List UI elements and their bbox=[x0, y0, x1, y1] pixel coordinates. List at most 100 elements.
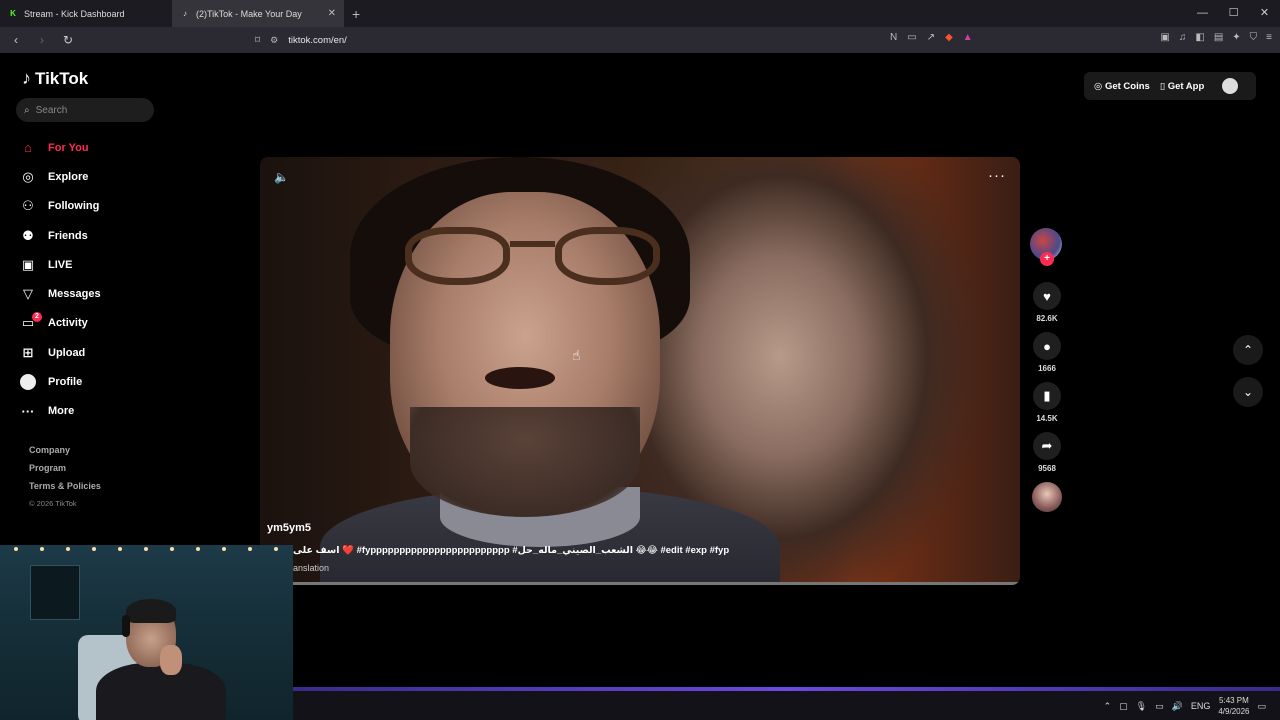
sidebar-icon[interactable]: ◧ bbox=[1195, 32, 1204, 43]
brave-shield-icon[interactable]: ◆ bbox=[945, 32, 953, 43]
video-progress-bar[interactable] bbox=[260, 582, 1020, 585]
video-player[interactable]: 🔈 ··· ym5ym5 اسف على ❤️ #fyppppppppppppp… bbox=[260, 157, 1020, 585]
leo-icon[interactable]: ✦ bbox=[1232, 32, 1240, 43]
language-indicator[interactable]: ENG bbox=[1191, 701, 1211, 711]
comment-icon[interactable]: ● bbox=[1033, 332, 1061, 360]
speaker-icon[interactable]: 🔊 bbox=[1172, 701, 1183, 712]
comment-action[interactable]: ● 1666 bbox=[1030, 332, 1064, 373]
terms-link[interactable]: Terms & Policies bbox=[29, 481, 101, 499]
tiktok-logo[interactable]: ♪ TikTok bbox=[22, 68, 88, 89]
tab-tiktok[interactable]: ♪ (2)TikTok - Make Your Day ✕ bbox=[172, 0, 344, 27]
url-text[interactable]: tiktok.com/en/ bbox=[288, 35, 347, 46]
tray-chevron-up-icon[interactable]: ⌃ bbox=[1104, 701, 1112, 712]
video-frame-beard bbox=[410, 407, 640, 517]
back-button[interactable]: ‹ bbox=[6, 33, 26, 47]
get-app-button[interactable]: ▯ Get App bbox=[1160, 81, 1204, 92]
sidebar-item-for-you[interactable]: ⌂ For You bbox=[20, 133, 101, 162]
cast-icon[interactable]: ▭ bbox=[907, 32, 916, 43]
share-count: 9568 bbox=[1038, 464, 1056, 473]
sidebar-item-label: Explore bbox=[48, 170, 89, 183]
new-tab-button[interactable]: + bbox=[352, 6, 360, 22]
following-icon: ⚇ bbox=[22, 198, 34, 214]
user-avatar[interactable] bbox=[1222, 78, 1239, 94]
sidebar-item-following[interactable]: ⚇ Following bbox=[20, 192, 101, 221]
video-frame-mouth bbox=[485, 367, 555, 389]
wallet-icon[interactable]: ▤ bbox=[1214, 32, 1223, 43]
video-caption: اسف على ❤️ #fypppppppppppppppppppppppp #… bbox=[293, 545, 730, 556]
sidebar-item-profile[interactable]: Profile bbox=[20, 367, 101, 396]
share-icon[interactable]: ➦ bbox=[1033, 432, 1061, 460]
close-window-button[interactable]: ✕ bbox=[1249, 0, 1280, 27]
window-controls: — ☐ ✕ bbox=[1187, 0, 1280, 27]
webcam-shelf bbox=[30, 565, 80, 620]
reload-button[interactable]: ↻ bbox=[58, 33, 78, 47]
like-action[interactable]: ♥ 82.6K bbox=[1030, 282, 1064, 323]
get-coins-button[interactable]: ◎ Get Coins bbox=[1094, 81, 1150, 92]
tray-device-icon[interactable]: ▢ bbox=[1119, 701, 1128, 712]
footer-links: Company Program Terms & Policies © 2026 … bbox=[29, 445, 101, 517]
webcam-hair bbox=[126, 599, 176, 623]
menu-icon[interactable]: ≡ bbox=[1266, 32, 1272, 43]
reader-icon[interactable]: N bbox=[890, 32, 897, 43]
tab-title: Stream - Kick Dashboard bbox=[24, 8, 125, 19]
close-tab-icon[interactable]: ✕ bbox=[328, 8, 336, 19]
previous-video-button[interactable]: ⌃ bbox=[1233, 335, 1263, 365]
url-field[interactable]: ⌑ ⚙ tiktok.com/en/ bbox=[255, 30, 995, 50]
address-bar: ‹ › ↻ ⌑ ⚙ tiktok.com/en/ N ▭ ↗ ◆ ▲ ▣ ♫ ◧… bbox=[0, 27, 1280, 53]
program-link[interactable]: Program bbox=[29, 463, 101, 481]
search-bar[interactable]: ⌕ bbox=[16, 98, 154, 122]
sidebar-item-more[interactable]: ··· More bbox=[20, 397, 101, 426]
video-more-icon[interactable]: ··· bbox=[988, 167, 1006, 184]
heart-icon[interactable]: ♥ bbox=[1033, 282, 1061, 310]
friends-icon: ⚉ bbox=[22, 227, 34, 243]
webcam-body bbox=[96, 663, 226, 720]
tab-kick-dashboard[interactable]: K Stream - Kick Dashboard bbox=[0, 0, 172, 27]
follow-plus-icon[interactable]: + bbox=[1040, 252, 1054, 266]
company-link[interactable]: Company bbox=[29, 445, 101, 463]
get-coins-label: Get Coins bbox=[1104, 80, 1150, 92]
tiktok-favicon-icon: ♪ bbox=[183, 9, 187, 18]
sidebar-item-live[interactable]: ▣ LIVE bbox=[20, 250, 101, 279]
top-actions: ◎ Get Coins ▯ Get App bbox=[1084, 72, 1256, 100]
kick-favicon-icon: K bbox=[10, 9, 16, 18]
windows-taskbar: ⌃ ▢ 🎙 ▭ 🔊 ENG 5:43 PM 4/9/2026 ▭ bbox=[293, 691, 1280, 720]
forward-button[interactable]: › bbox=[32, 33, 52, 47]
sidebar-item-messages[interactable]: ▽ Messages bbox=[20, 279, 101, 308]
screenshot-icon[interactable]: ▣ bbox=[1160, 32, 1169, 43]
clock-date: 4/9/2026 bbox=[1218, 707, 1250, 716]
sidebar-item-upload[interactable]: ⊞ Upload bbox=[20, 338, 101, 367]
see-translation-link[interactable]: anslation bbox=[293, 563, 329, 573]
notification-icon[interactable]: ▭ bbox=[1257, 701, 1266, 712]
bookmark-icon[interactable]: ▮ bbox=[1033, 382, 1061, 410]
search-input[interactable] bbox=[35, 104, 136, 116]
sidebar-item-label: LIVE bbox=[48, 258, 73, 271]
music-disc-avatar[interactable] bbox=[1032, 482, 1062, 512]
microphone-icon[interactable]: 🎙 bbox=[1136, 701, 1147, 712]
maximize-button[interactable]: ☐ bbox=[1218, 0, 1249, 27]
vpn-icon[interactable]: ⛉ bbox=[1250, 32, 1258, 43]
tiktok-note-icon: ♪ bbox=[22, 68, 31, 88]
sidebar-item-explore[interactable]: ◎ Explore bbox=[20, 162, 101, 191]
bookmark-action[interactable]: ▮ 14.5K bbox=[1030, 382, 1064, 423]
bookmark-icon[interactable]: ⌑ bbox=[255, 35, 260, 46]
volume-icon[interactable]: 🔈 bbox=[274, 170, 289, 184]
sidebar-menu: ⌂ For You ◎ Explore ⚇ Following ⚉ Friend… bbox=[20, 133, 101, 426]
site-info-icon[interactable]: ⚙ bbox=[270, 35, 278, 46]
creator-avatar[interactable]: + bbox=[1030, 228, 1062, 266]
sidebar-item-activity[interactable]: ▭ 2 Activity bbox=[20, 309, 101, 338]
avatar bbox=[20, 374, 36, 391]
minimize-button[interactable]: — bbox=[1187, 0, 1218, 27]
clock-time: 5:43 PM bbox=[1219, 696, 1249, 705]
share-icon[interactable]: ↗ bbox=[927, 32, 935, 43]
share-action[interactable]: ➦ 9568 bbox=[1030, 432, 1064, 473]
comment-count: 1666 bbox=[1038, 364, 1056, 373]
video-author[interactable]: ym5ym5 bbox=[267, 522, 311, 534]
network-icon[interactable]: ▭ bbox=[1155, 701, 1164, 712]
sidebar-item-label: For You bbox=[48, 141, 89, 154]
sidebar-item-label: More bbox=[48, 405, 75, 418]
rewards-icon[interactable]: ▲ bbox=[963, 32, 973, 43]
clock[interactable]: 5:43 PM 4/9/2026 bbox=[1218, 695, 1249, 717]
sidebar-item-friends[interactable]: ⚉ Friends bbox=[20, 221, 101, 250]
next-video-button[interactable]: ⌄ bbox=[1233, 377, 1263, 407]
music-icon[interactable]: ♫ bbox=[1179, 32, 1187, 43]
